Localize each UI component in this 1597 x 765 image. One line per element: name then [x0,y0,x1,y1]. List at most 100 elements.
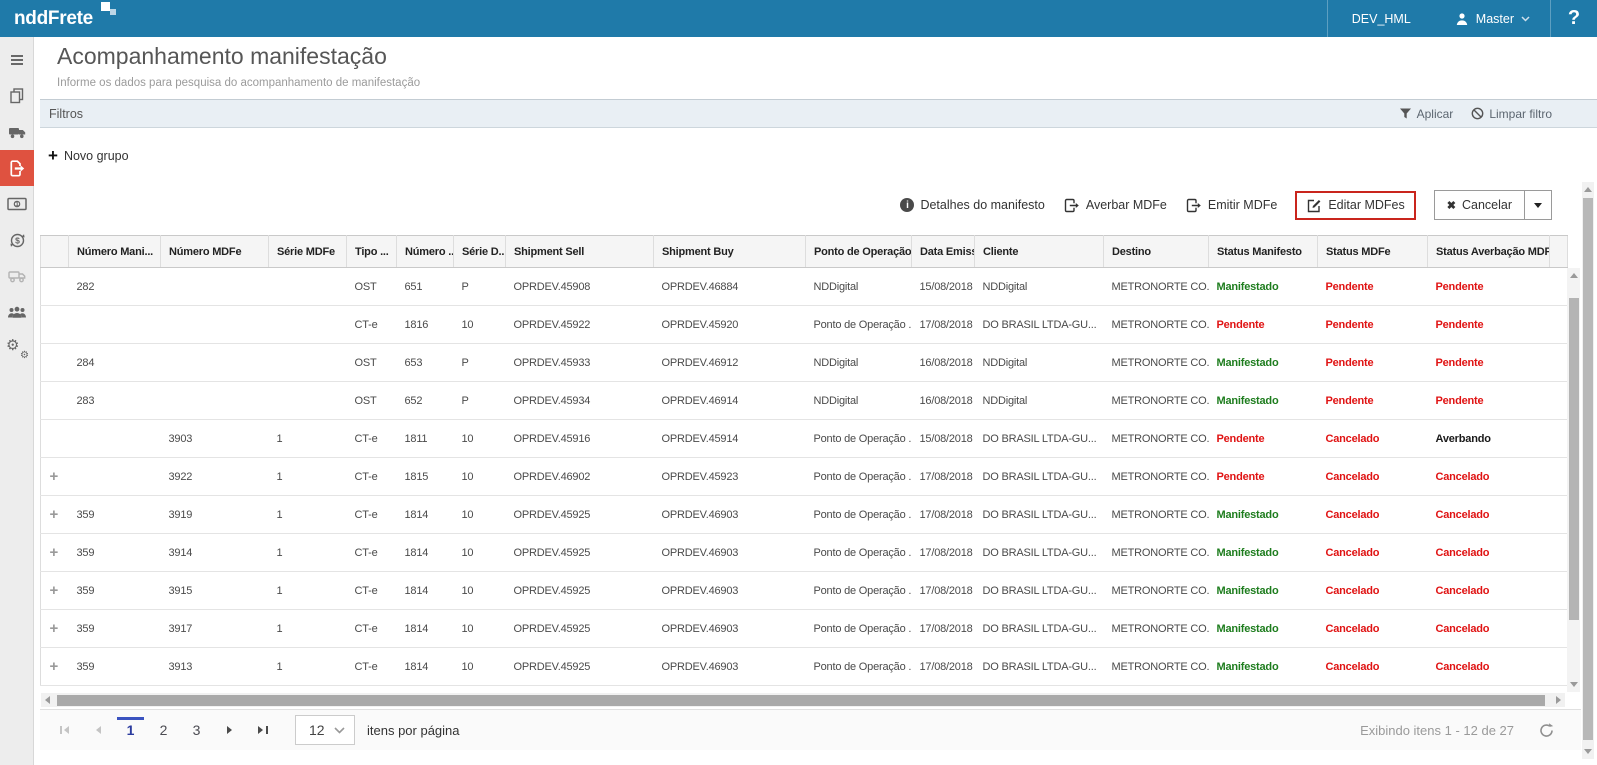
environment-label: DEV_HML [1351,11,1411,26]
info-icon: i [900,198,915,212]
column-header[interactable]: Número ... [396,235,454,268]
apply-filter-button[interactable]: Aplicar [1399,107,1453,121]
table-row[interactable]: +359 3913 1 CT-e 1814 10 OPRDEV.45925 OPRDEV.46… [40,647,1568,686]
scroll-up-arrow-icon[interactable] [1569,273,1578,278]
column-header[interactable]: Número MDFe [160,235,269,268]
expand-cell[interactable]: + [40,571,69,610]
sidebar-item-freight-truck[interactable] [0,258,34,294]
expand-cell[interactable]: + [40,533,69,572]
column-header[interactable]: Número Mani... [68,235,161,268]
cell: 16/08/2018 1... [911,381,975,420]
cell: OPRDEV.45925 [505,495,654,534]
column-header[interactable]: Status Manifesto [1208,235,1318,268]
expand-plus-icon[interactable]: + [49,658,58,675]
cell: NDDigital [974,343,1104,382]
scrollbar-thumb[interactable] [1568,298,1579,620]
scroll-right-arrow-icon[interactable] [1556,696,1561,704]
cell: 17/08/2018 1... [911,571,975,610]
sidebar-item-documents[interactable] [0,78,34,114]
sidebar-item-banknote[interactable]: 1 [0,186,34,222]
scroll-down-arrow-icon[interactable] [1569,682,1578,687]
averbar-mdfe-button[interactable]: Averbar MDFe [1063,198,1167,213]
expand-plus-icon[interactable]: + [49,544,58,561]
expand-cell[interactable]: + [40,457,69,496]
editar-mdfes-button[interactable]: Editar MDFes [1306,198,1405,213]
cell: 1 [268,609,347,648]
last-page-button[interactable] [246,710,279,750]
expand-cell[interactable]: + [40,495,69,534]
emitir-mdfe-button[interactable]: Emitir MDFe [1185,198,1277,213]
column-header[interactable]: Shipment Buy [653,235,806,268]
expand-plus-icon[interactable]: + [49,468,58,485]
expand-cell[interactable]: + [40,647,69,686]
new-group-button[interactable]: + Novo grupo [48,147,129,164]
next-page-button[interactable] [213,710,246,750]
table-row[interactable]: 3903 1 CT-e 1811 10 OPRDEV.45916 OPRDEV.45914 P… [40,419,1568,458]
column-header[interactable]: Série MDFe [268,235,347,268]
column-header[interactable]: Ponto de Operação [805,235,912,268]
scroll-left-arrow-icon[interactable] [45,696,50,704]
cell: 10 [453,533,506,572]
table-horizontal-scrollbar[interactable] [41,693,1565,707]
page-size-select[interactable]: 12 [295,715,355,745]
sidebar-item-truck[interactable] [0,114,34,150]
sidebar-item-users[interactable] [0,294,34,330]
expand-cell[interactable]: + [40,609,69,648]
table-row[interactable]: 282 OST 651 P OPRDEV.45908 OPRDEV.46884 NDDigi… [40,267,1568,306]
column-header[interactable]: Data Emissã... [911,235,975,268]
table-row[interactable]: 284 OST 653 P OPRDEV.45933 OPRDEV.46912 NDDigi… [40,343,1568,382]
previous-page-button[interactable] [81,710,114,750]
scrollbar-thumb[interactable] [57,694,1545,706]
column-header[interactable]: Cliente [974,235,1104,268]
sidebar-item-manifest-export[interactable] [0,150,34,186]
cell: 652 [396,381,454,420]
cell: CT-e [346,419,397,458]
cell: METRONORTE CO... [1103,343,1209,382]
table-row[interactable]: +3922 1 CT-e 1815 10 OPRDEV.46902 OPRDEV.45923… [40,457,1568,496]
manifest-details-button[interactable]: i Detalhes do manifesto [900,198,1045,212]
help-button[interactable]: ? [1551,0,1597,37]
cell: OPRDEV.46884 [653,267,806,306]
first-page-button[interactable] [48,710,81,750]
column-header[interactable]: Destino [1103,235,1209,268]
table-vertical-scrollbar[interactable] [1567,268,1580,692]
column-header[interactable]: Tipo ... [346,235,397,268]
table-row[interactable]: 283 OST 652 P OPRDEV.45934 OPRDEV.46914 NDDigi… [40,381,1568,420]
scroll-up-arrow-icon[interactable] [1584,187,1592,192]
cell: Ponto de Operação ... [805,533,912,572]
column-header[interactable]: Status MDFe [1317,235,1428,268]
sidebar-item-menu[interactable] [0,42,34,78]
sidebar-item-settings[interactable]: ⚙ ⚙ [0,330,34,366]
app-logo[interactable]: nddFrete [14,1,116,30]
page-vertical-scrollbar[interactable] [1582,182,1594,759]
table-row[interactable]: +359 3919 1 CT-e 1814 10 OPRDEV.45925 OPRDEV.46… [40,495,1568,534]
page-button-2[interactable]: 2 [147,710,180,750]
cell: Cancelado [1427,495,1550,534]
table-row[interactable]: +359 3914 1 CT-e 1814 10 OPRDEV.45925 OPRDEV.46… [40,533,1568,572]
refresh-icon[interactable] [1538,722,1555,739]
expand-plus-icon[interactable]: + [49,506,58,523]
more-actions-dropdown-button[interactable] [1524,191,1551,219]
clear-filter-button[interactable]: Limpar filtro [1471,107,1552,121]
caret-down-icon [1534,202,1542,208]
expand-plus-icon[interactable]: + [49,582,58,599]
expand-plus-icon[interactable]: + [49,620,58,637]
table-row[interactable]: CT-e 1816 10 OPRDEV.45922 OPRDEV.45920 Ponto … [40,305,1568,344]
scroll-down-arrow-icon[interactable] [1584,749,1592,754]
cell: CT-e [346,647,397,686]
emitir-mdfe-label: Emitir MDFe [1207,198,1278,212]
table-row[interactable]: +359 3917 1 CT-e 1814 10 OPRDEV.45925 OPRDEV.46… [40,609,1568,648]
page-button-3[interactable]: 3 [180,710,213,750]
table-row[interactable]: +359 3915 1 CT-e 1814 10 OPRDEV.45925 OPRDEV.46… [40,571,1568,610]
user-menu[interactable]: Master [1435,12,1550,26]
column-header[interactable]: Shipment Sell [505,235,654,268]
cancel-button[interactable]: ✖ Cancelar [1435,191,1524,219]
cell: Ponto de Operação ... [805,305,912,344]
column-header[interactable]: Série D... [453,235,506,268]
sidebar-item-money-exchange[interactable]: $ [0,222,34,258]
column-header[interactable]: Status Averbação MDFe↑ [1427,235,1550,268]
scrollbar-thumb[interactable] [1583,198,1593,740]
filler-cell [1549,343,1568,382]
page-button-1[interactable]: 1 [114,710,147,750]
cell: 3915 [160,571,269,610]
